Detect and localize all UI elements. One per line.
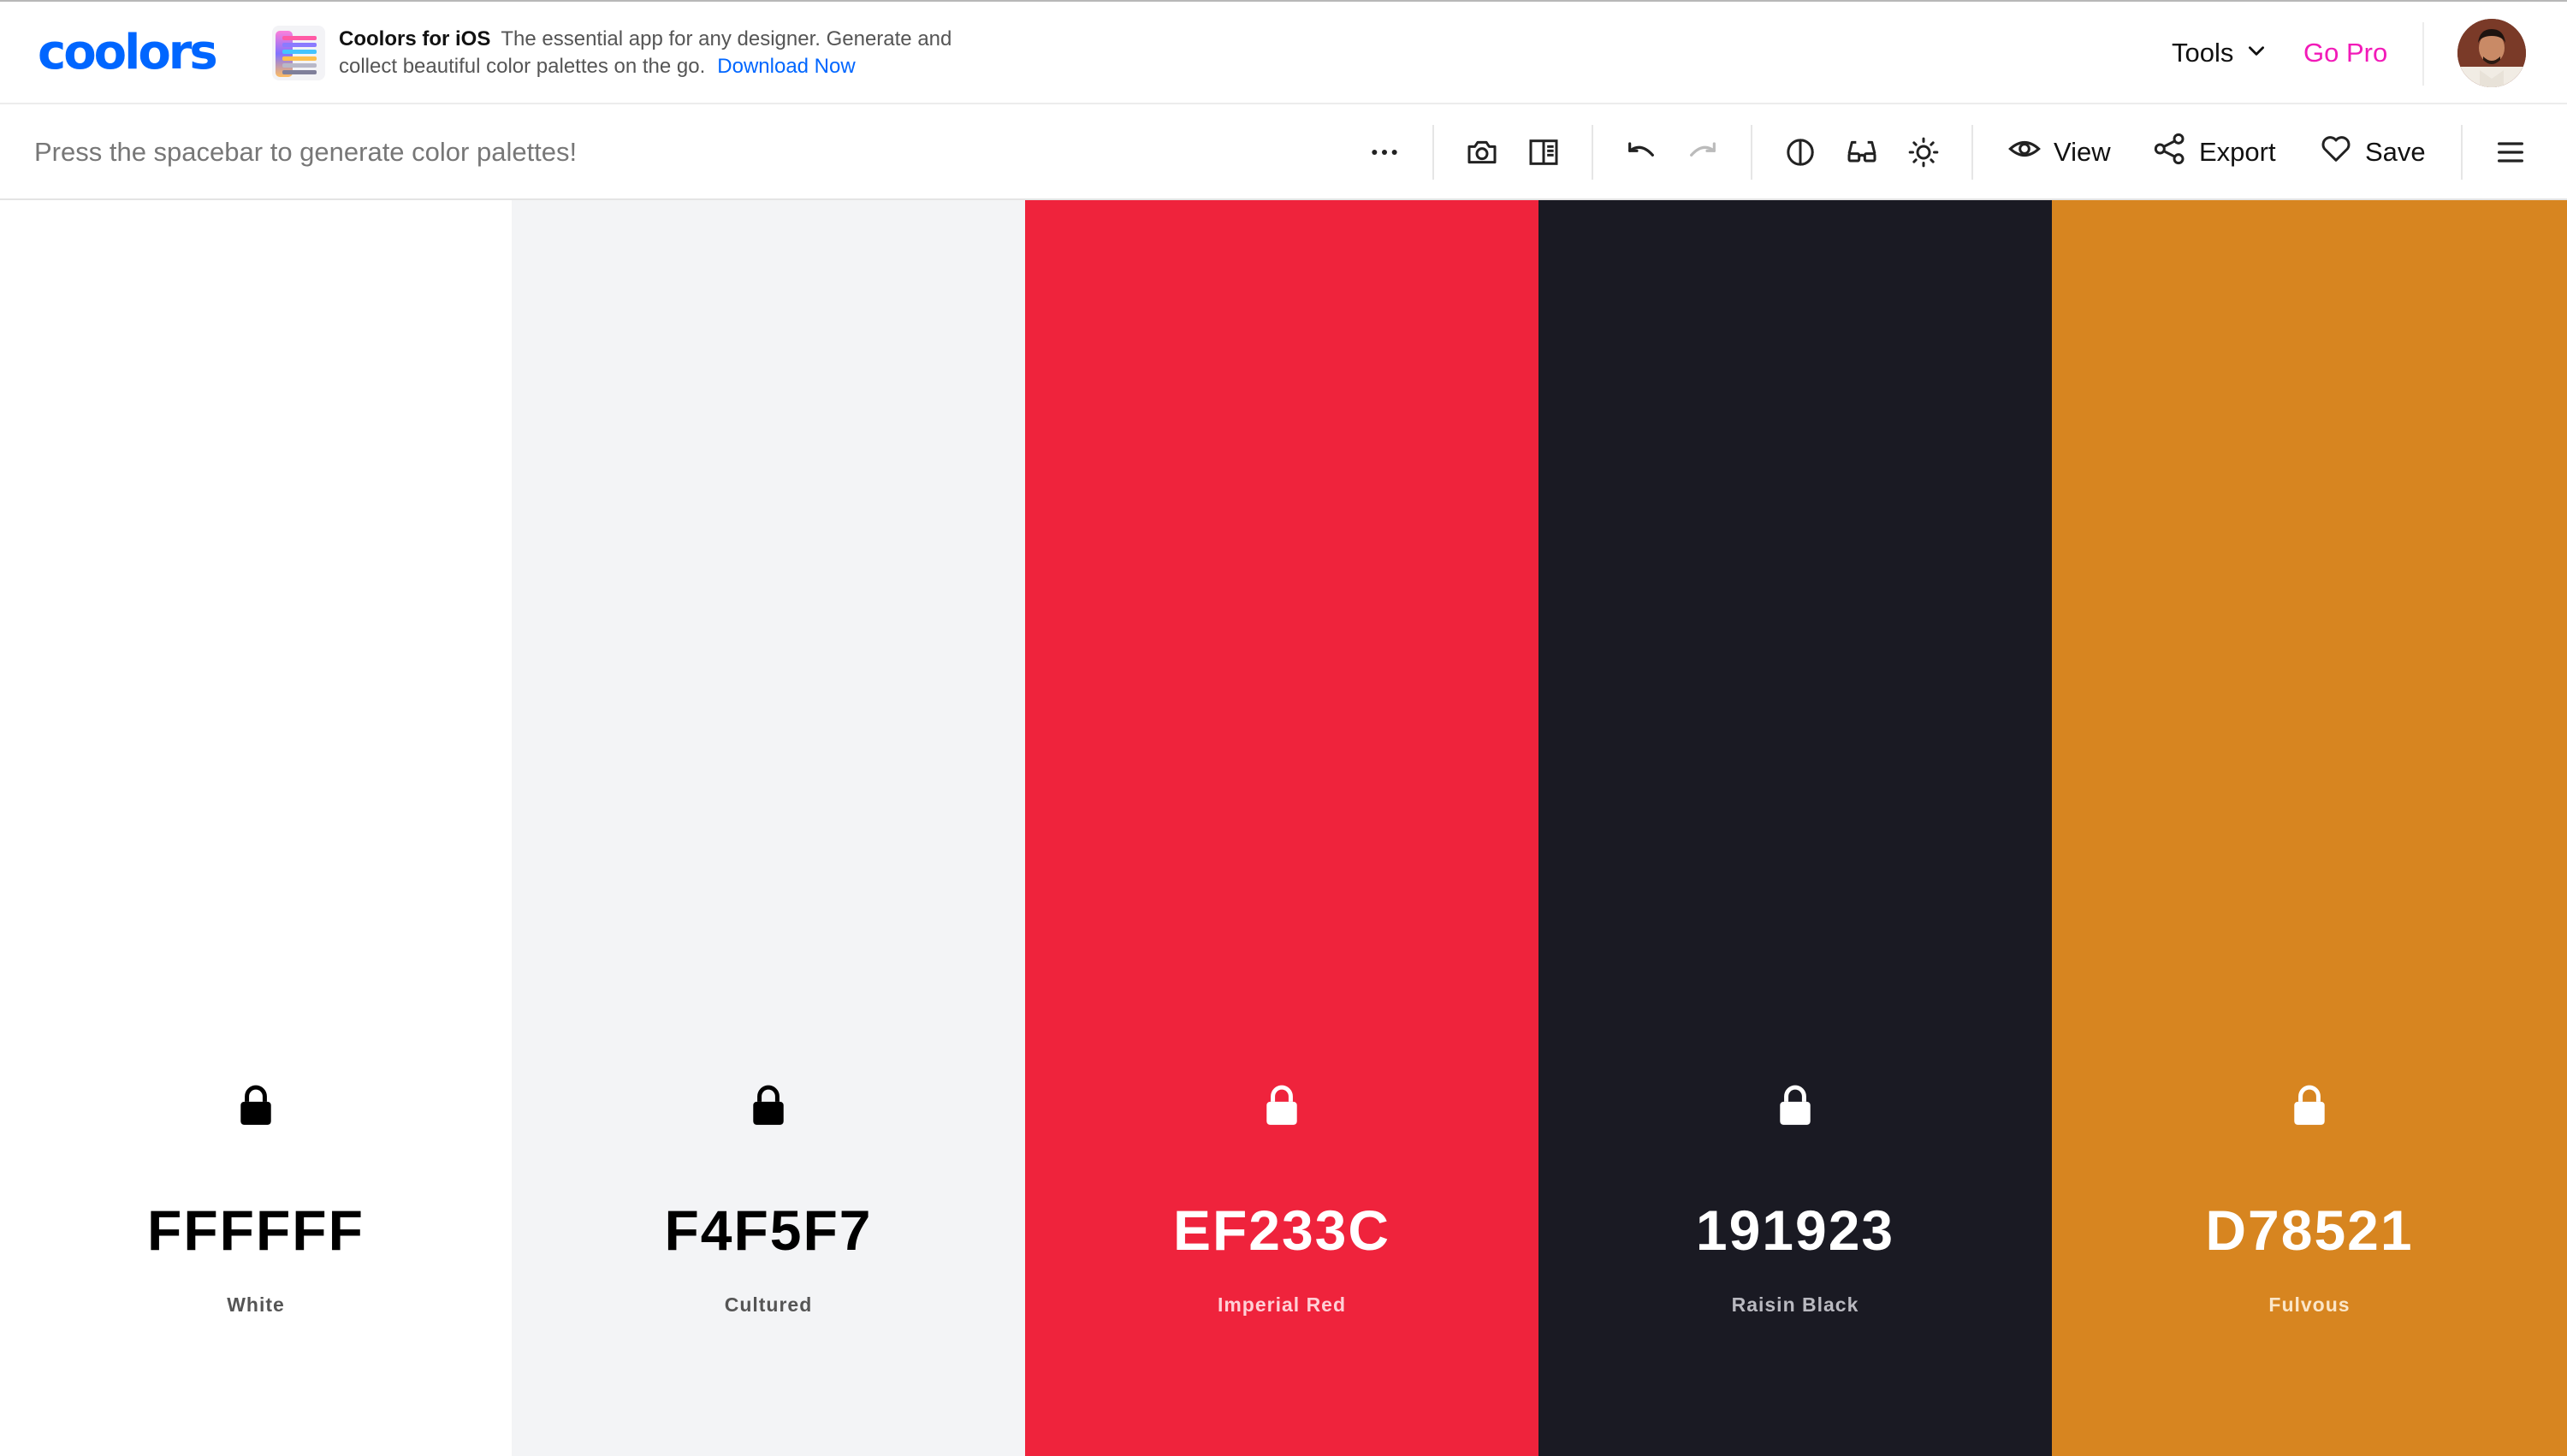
color-palette: FFFFFF White F4F5F7 Cultured EF233C Impe… [0,200,2567,1456]
contrast-icon[interactable] [1780,132,1821,173]
nav-divider [2422,22,2424,86]
chevron-down-icon [2245,38,2268,68]
brightness-icon[interactable] [1903,132,1944,173]
lock-icon[interactable] [743,1080,794,1131]
view-label: View [2054,137,2111,167]
lock-icon[interactable] [1256,1080,1307,1131]
glasses-icon[interactable] [1841,132,1882,173]
user-avatar[interactable] [2457,19,2526,87]
top-navbar: coolors Coolors for iOS The essential app… [0,0,2567,104]
ios-app-thumbnail-icon[interactable] [272,26,325,80]
lock-icon[interactable] [2284,1080,2335,1131]
undo-icon[interactable] [1621,132,1662,173]
ios-promo-banner: Coolors for iOS The essential app for any… [339,26,963,80]
color-name[interactable]: Cultured [512,1292,1025,1317]
lock-icon[interactable] [1770,1080,1821,1131]
hex-code[interactable]: D78521 [2052,1198,2567,1263]
lock-icon[interactable] [230,1080,282,1131]
hex-code[interactable]: F4F5F7 [512,1198,1025,1263]
color-swatch-3[interactable]: EF233C Imperial Red [1025,200,1538,1456]
view-button[interactable]: View [2007,130,2111,175]
coolors-logo[interactable]: coolors [38,26,218,80]
hex-code[interactable]: 191923 [1538,1198,2052,1263]
color-swatch-5[interactable]: D78521 Fulvous [2052,200,2567,1456]
save-button[interactable]: Save [2319,130,2426,175]
tools-label: Tools [2172,38,2234,68]
toolbar-divider [1751,125,1752,180]
go-pro-link[interactable]: Go Pro [2303,34,2387,72]
share-icon [2153,132,2187,173]
hex-code[interactable]: EF233C [1025,1198,1538,1263]
eye-icon [2007,132,2042,173]
palette-toolbar: Press the spacebar to generate color pal… [0,104,2567,200]
color-swatch-2[interactable]: F4F5F7 Cultured [512,200,1025,1456]
color-name[interactable]: Imperial Red [1025,1292,1538,1317]
download-now-link[interactable]: Download Now [717,55,855,78]
tools-menu-button[interactable]: Tools [2172,34,2268,72]
toolbar-divider [1971,125,1973,180]
export-label: Export [2199,137,2276,167]
color-swatch-1[interactable]: FFFFFF White [0,200,512,1456]
heart-icon [2319,132,2353,173]
color-name[interactable]: White [0,1292,512,1317]
toolbar-divider [1592,125,1593,180]
lock-body [240,1101,271,1125]
toolbar-divider [1432,125,1434,180]
redo-icon[interactable] [1682,132,1723,173]
color-swatch-4[interactable]: 191923 Raisin Black [1538,200,2052,1456]
lock-shackle [245,1085,267,1102]
save-label: Save [2365,137,2426,167]
color-name[interactable]: Raisin Black [1538,1292,2052,1317]
book-icon[interactable] [1523,132,1564,173]
hex-code[interactable]: FFFFFF [0,1198,512,1263]
camera-icon[interactable] [1461,132,1503,173]
color-name[interactable]: Fulvous [2052,1292,2567,1317]
more-options-icon[interactable] [1364,132,1405,173]
export-button[interactable]: Export [2153,130,2276,175]
toolbar-divider [2461,125,2463,180]
promo-title: Coolors for iOS [339,27,491,50]
spacebar-hint: Press the spacebar to generate color pal… [34,137,578,167]
hamburger-icon[interactable] [2490,132,2531,173]
